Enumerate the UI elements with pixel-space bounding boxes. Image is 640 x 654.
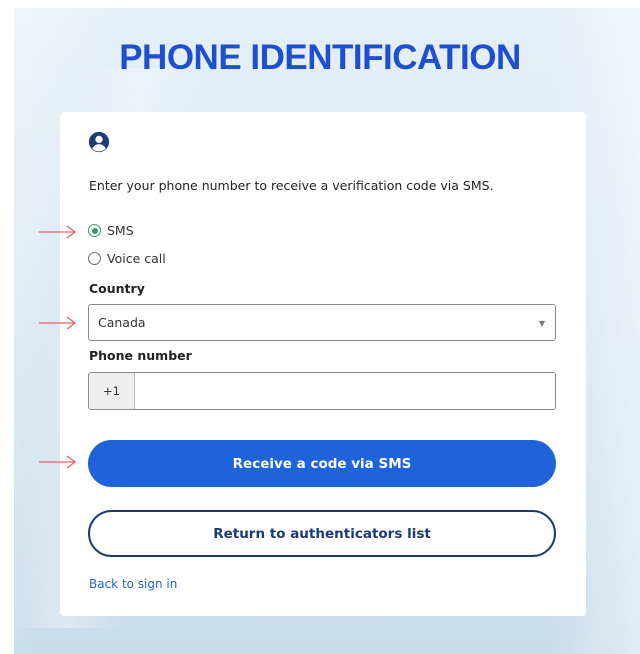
voice-call-radio[interactable] (88, 252, 101, 265)
voice-call-option[interactable]: Voice call (88, 251, 166, 266)
sms-label: SMS (107, 223, 134, 238)
country-select[interactable]: Canada ▼ (88, 304, 556, 341)
arrow-right-icon (39, 455, 77, 469)
arrow-right-icon (39, 225, 77, 239)
sms-radio[interactable] (88, 224, 101, 237)
arrow-right-icon (39, 316, 77, 330)
phone-number-input[interactable] (135, 373, 555, 409)
country-label: Country (89, 281, 145, 296)
page: PHONE IDENTIFICATION Enter your phone nu… (0, 0, 640, 654)
sms-option[interactable]: SMS (88, 223, 134, 238)
return-to-authenticators-button[interactable]: Return to authenticators list (88, 510, 556, 557)
phone-identification-card: Enter your phone number to receive a ver… (60, 112, 586, 616)
country-value: Canada (98, 315, 146, 330)
back-to-sign-in-link[interactable]: Back to sign in (89, 577, 177, 591)
receive-code-button[interactable]: Receive a code via SMS (88, 440, 556, 487)
page-title: PHONE IDENTIFICATION (119, 38, 521, 77)
chevron-down-icon: ▼ (538, 319, 545, 328)
country-code-prefix: +1 (89, 373, 135, 409)
instruction-text: Enter your phone number to receive a ver… (89, 178, 494, 193)
phone-number-label: Phone number (89, 348, 192, 363)
user-circle-icon (88, 131, 110, 153)
phone-number-group: +1 (88, 372, 556, 410)
voice-call-label: Voice call (107, 251, 166, 266)
